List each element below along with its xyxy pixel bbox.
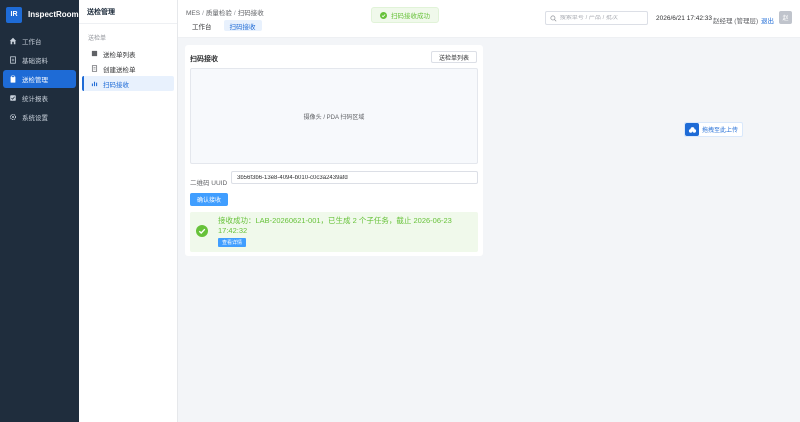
sidebar-item-label: 基础资料 [22, 58, 48, 65]
current-datetime: 2026/6/21 17:42:33 [656, 15, 713, 22]
checkbox-icon [8, 94, 17, 103]
sidebar-item-settings[interactable]: 系统设置 [3, 108, 76, 126]
sidebar-item-reports[interactable]: 统计报表 [3, 89, 76, 107]
tab-scan-receive[interactable]: 扫码接收 [223, 20, 262, 31]
submenu-item-scan-receive[interactable]: 扫码接收 [82, 76, 174, 91]
sidebar-item-workbench[interactable]: 工作台 [3, 32, 76, 50]
brand[interactable]: IR InspectRoom [0, 0, 79, 29]
gear-icon [8, 113, 17, 122]
view-detail-button[interactable]: 查看详情 [218, 238, 247, 247]
submenu-item-label: 扫码接收 [103, 81, 129, 89]
scan-receive-card: 扫码接收 送检单列表 摄像头 / PDA 扫码区域 二维码 UUID 确认接收 … [185, 45, 483, 256]
brand-name: InspectRoom [28, 10, 79, 19]
submenu-item-label: 创建送检单 [103, 66, 136, 74]
card-title: 扫码接收 [190, 56, 218, 63]
drag-upload-widget[interactable]: 拖拽至此上传 [684, 122, 744, 137]
scan-area-text: 摄像头 / PDA 扫码区域 [303, 114, 365, 121]
document-icon [8, 56, 17, 65]
check-circle-icon [196, 225, 208, 237]
tab-workbench[interactable]: 工作台 [186, 20, 218, 31]
scan-icon [91, 80, 99, 88]
sidebar: IR InspectRoom 工作台 基础资料 送检管理 统计报表 系统设置 [0, 0, 79, 422]
sidebar-item-basic-data[interactable]: 基础资料 [3, 51, 76, 69]
clipboard-icon [8, 75, 17, 84]
sidebar-item-label: 统计报表 [22, 96, 48, 103]
submenu-item-inspection-list[interactable]: 送检单列表 [82, 46, 174, 61]
submenu-item-create-inspection[interactable]: 创建送检单 [82, 61, 174, 76]
page-tabs: 工作台 扫码接收 [186, 20, 262, 31]
brand-logo: IR [6, 6, 22, 23]
submenu-title: 送检管理 [79, 0, 177, 24]
sidebar-item-label: 送检管理 [22, 77, 48, 84]
logout-link[interactable]: 退出 [761, 15, 774, 25]
sidebar-item-inspection-mgmt[interactable]: 送检管理 [3, 70, 76, 88]
toast-text: 扫码接收成功 [391, 13, 430, 20]
uuid-label: 二维码 UUID [190, 180, 228, 187]
home-icon [8, 37, 17, 46]
search-box[interactable] [545, 11, 648, 25]
breadcrumb-item[interactable]: 质量检验 [206, 10, 232, 17]
breadcrumb-item-current: 扫码接收 [237, 10, 264, 17]
uuid-input[interactable] [231, 171, 478, 184]
inspection-list-button[interactable]: 送检单列表 [431, 51, 477, 63]
submenu: 送检管理 送检单 送检单列表 创建送检单 扫码接收 [79, 0, 178, 422]
breadcrumb: MES / 质量检验 / 扫码接收 [186, 10, 264, 17]
list-icon [91, 50, 99, 58]
success-alert: 接收成功：LAB-20260621-001，已生成 2 个子任务，截止 2026… [190, 212, 478, 252]
top-header: MES/质量检验/扫码接收 工作台 扫码接收 扫码接收成功 2026/6/21 … [178, 0, 800, 38]
search-icon [550, 15, 557, 22]
user-name[interactable]: 赵经理 (管理层) [713, 15, 758, 25]
breadcrumb-item[interactable]: MES [186, 10, 200, 17]
submenu-item-label: 送检单列表 [103, 51, 136, 59]
success-toast: 扫码接收成功 [371, 7, 439, 23]
submenu-group-label: 送检单 [88, 36, 107, 42]
cloud-upload-icon [685, 123, 699, 136]
sidebar-item-label: 系统设置 [22, 115, 48, 122]
confirm-receive-button[interactable]: 确认接收 [190, 193, 228, 206]
search-input[interactable] [559, 15, 647, 21]
sidebar-item-label: 工作台 [22, 39, 42, 46]
avatar[interactable]: 赵 [779, 11, 792, 24]
scan-area[interactable]: 摄像头 / PDA 扫码区域 [190, 68, 478, 164]
upload-label: 拖拽至此上传 [702, 128, 739, 134]
success-message: 接收成功：LAB-20260621-001，已生成 2 个子任务，截止 2026… [218, 216, 452, 235]
doc-create-icon [91, 64, 99, 73]
check-circle-icon [380, 11, 387, 19]
sidebar-nav: 工作台 基础资料 送检管理 统计报表 系统设置 [0, 32, 79, 126]
